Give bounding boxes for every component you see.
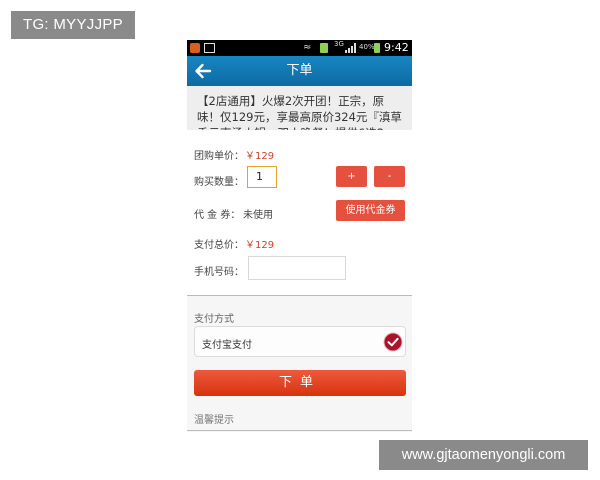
battery-percent: 40%	[359, 43, 375, 51]
phone-label: 手机号码：	[194, 267, 244, 278]
quantity-input[interactable]: 1	[247, 166, 277, 188]
payment-method-label: 支付宝支付	[202, 340, 252, 351]
deal-description: 【2店通用】火爆2次开团！正宗，原味！仅129元，享最高原价324元『滇草香云南…	[197, 94, 402, 130]
wifi-icon: ≈	[303, 42, 312, 53]
status-time: 9:42	[384, 41, 409, 54]
page-title: 下单	[286, 63, 313, 78]
app-status-icon	[320, 43, 328, 53]
checkmark-icon[interactable]	[383, 332, 403, 352]
quantity-plus-button[interactable]: +	[336, 166, 367, 187]
watermark-bottom-right: www.gjtaomenyongli.com	[379, 440, 588, 470]
app-notification-icon	[190, 43, 200, 53]
deal-description-box: 【2店通用】火爆2次开团！正宗，原味！仅129元，享最高原价324元『滇草香云南…	[187, 86, 412, 130]
title-bar: 下单	[187, 56, 412, 86]
phone-input[interactable]	[248, 256, 346, 280]
unit-price-label: 团购单价：	[194, 151, 244, 162]
quantity-label: 购买数量：	[194, 177, 244, 188]
voucher-label: 代 金 券：	[194, 210, 241, 221]
total-price-value: ￥129	[245, 240, 275, 251]
voucher-status: 未使用	[243, 210, 273, 221]
back-arrow-icon[interactable]	[193, 61, 213, 81]
payment-section-title: 支付方式	[194, 314, 234, 325]
watermark-top-left: TG: MYYJJPP	[11, 11, 135, 39]
total-price-label: 支付总价：	[194, 240, 244, 251]
phone-screen: ≈ 3G 40% 9:42 下单 【2店通用】火爆2次开团！正宗，原味！仅129…	[187, 40, 412, 432]
use-voucher-button[interactable]: 使用代金券	[336, 200, 405, 221]
payment-option-alipay[interactable]: 支付宝支付	[194, 326, 406, 357]
image-notification-icon	[204, 43, 215, 53]
submit-order-button[interactable]: 下单	[194, 370, 406, 396]
bottom-divider	[187, 430, 412, 431]
quantity-minus-button[interactable]: -	[374, 166, 405, 187]
tips-title: 温馨提示	[194, 415, 234, 426]
network-type: 3G	[334, 40, 344, 48]
unit-price-value: ￥129	[245, 151, 275, 162]
signal-icon	[345, 43, 357, 53]
battery-icon	[374, 43, 380, 53]
status-bar: ≈ 3G 40% 9:42	[187, 40, 412, 56]
